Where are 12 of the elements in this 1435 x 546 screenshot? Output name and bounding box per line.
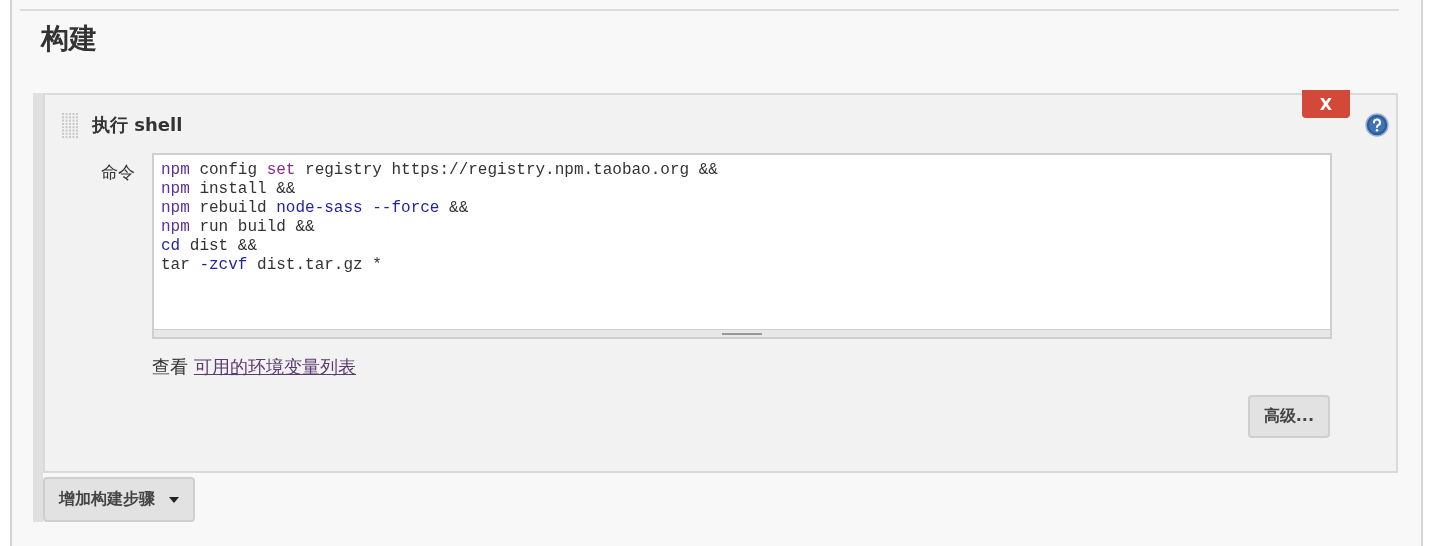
field-label: 命令 xyxy=(100,161,136,184)
hint-text: 查看 xyxy=(152,355,188,379)
drag-handle-icon[interactable] xyxy=(62,113,80,139)
env-vars-link[interactable]: 可用的环境变量列表 xyxy=(194,355,356,379)
advanced-button[interactable]: 高级... xyxy=(1247,395,1330,438)
delete-button[interactable]: X xyxy=(1302,90,1350,118)
help-icon[interactable] xyxy=(1365,113,1389,137)
caret-icon xyxy=(169,496,179,503)
step-title: 执行 shell xyxy=(92,113,183,137)
section-title: 构建 xyxy=(39,21,98,57)
resize-handle[interactable] xyxy=(154,329,1330,337)
add-step-button[interactable]: 增加构建步骤 xyxy=(43,477,195,522)
